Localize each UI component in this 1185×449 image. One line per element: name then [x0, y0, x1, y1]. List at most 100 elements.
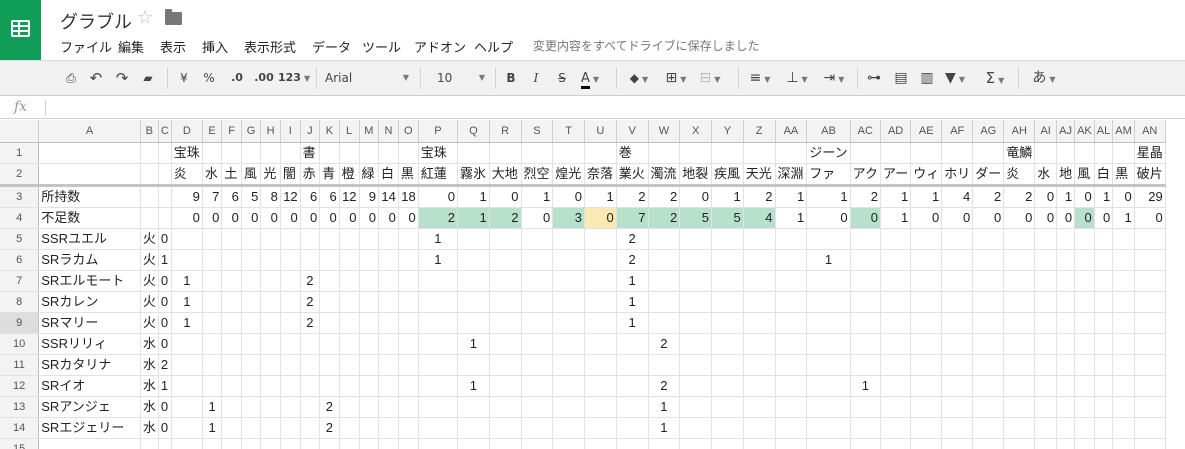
column-header[interactable]: AM	[1112, 120, 1135, 143]
menu-tools[interactable]: ツール	[362, 37, 401, 56]
table-cell[interactable]	[1074, 354, 1095, 376]
currency-format-button[interactable]: ¥	[177, 68, 191, 88]
table-cell[interactable]	[241, 438, 262, 449]
table-cell[interactable]	[972, 270, 1005, 292]
table-cell[interactable]	[1134, 417, 1166, 439]
table-cell[interactable]	[359, 333, 380, 355]
table-cell[interactable]: 2	[972, 185, 1005, 208]
table-cell[interactable]	[241, 396, 262, 418]
table-cell[interactable]: 1	[775, 207, 808, 229]
table-cell[interactable]	[378, 142, 399, 164]
table-cell[interactable]	[775, 375, 808, 397]
table-cell[interactable]: 2	[648, 375, 681, 397]
table-cell[interactable]	[775, 333, 808, 355]
table-cell[interactable]	[972, 354, 1005, 376]
star-icon[interactable]: ☆	[137, 7, 153, 28]
table-cell[interactable]: 土	[221, 163, 242, 187]
table-cell[interactable]: 1	[457, 375, 490, 397]
table-cell[interactable]	[850, 333, 882, 355]
table-cell[interactable]	[38, 142, 141, 164]
table-cell[interactable]	[398, 270, 419, 292]
table-cell[interactable]	[1074, 333, 1095, 355]
table-cell[interactable]	[221, 396, 242, 418]
table-cell[interactable]: 18	[398, 185, 419, 208]
table-cell[interactable]	[1003, 396, 1036, 418]
table-cell[interactable]	[775, 354, 808, 376]
table-cell[interactable]	[260, 417, 281, 439]
table-cell[interactable]	[1112, 354, 1135, 376]
table-cell[interactable]	[743, 333, 776, 355]
column-header[interactable]: AK	[1074, 120, 1095, 143]
column-header[interactable]: AL	[1094, 120, 1114, 143]
table-cell[interactable]: 不足数	[38, 207, 141, 229]
table-cell[interactable]	[616, 396, 649, 418]
table-cell[interactable]: 1	[616, 312, 649, 334]
table-cell[interactable]: 0	[1094, 207, 1114, 229]
table-cell[interactable]: 1	[1056, 185, 1076, 208]
table-cell[interactable]	[489, 438, 522, 449]
input-tools-button[interactable]: あ ▼	[1028, 68, 1060, 88]
table-cell[interactable]	[775, 228, 808, 250]
table-cell[interactable]: 12	[280, 185, 301, 208]
table-cell[interactable]	[910, 354, 943, 376]
table-cell[interactable]	[359, 312, 380, 334]
table-cell[interactable]	[806, 228, 851, 250]
table-cell[interactable]: 奈落	[584, 163, 617, 187]
table-cell[interactable]	[679, 417, 713, 439]
table-cell[interactable]: 宝珠	[418, 142, 459, 164]
table-cell[interactable]	[339, 249, 360, 271]
table-cell[interactable]	[521, 142, 554, 164]
table-cell[interactable]	[171, 438, 203, 449]
table-cell[interactable]	[1094, 333, 1114, 355]
table-cell[interactable]	[398, 291, 419, 313]
table-cell[interactable]	[280, 417, 301, 439]
table-cell[interactable]: 赤	[300, 163, 321, 187]
row-header[interactable]: 2	[0, 163, 40, 187]
table-cell[interactable]	[221, 375, 242, 397]
table-cell[interactable]: 0	[910, 207, 943, 229]
table-cell[interactable]: 破片	[1134, 163, 1166, 187]
table-cell[interactable]: 0	[521, 207, 554, 229]
table-cell[interactable]	[711, 375, 744, 397]
table-cell[interactable]: 所持数	[38, 185, 141, 208]
table-cell[interactable]: SRアンジェ	[38, 396, 141, 418]
column-header[interactable]: O	[398, 120, 419, 143]
table-cell[interactable]	[1074, 249, 1095, 271]
column-header[interactable]: AE	[910, 120, 943, 143]
table-cell[interactable]	[521, 354, 554, 376]
table-cell[interactable]	[202, 291, 223, 313]
table-cell[interactable]: 14	[378, 185, 399, 208]
table-cell[interactable]: 紅蓮	[418, 163, 459, 187]
table-cell[interactable]	[171, 228, 203, 250]
table-cell[interactable]	[880, 375, 912, 397]
undo-icon[interactable]: ↶	[87, 68, 105, 88]
table-cell[interactable]: 0	[941, 207, 974, 229]
column-header[interactable]: AJ	[1056, 120, 1076, 143]
table-cell[interactable]: 1	[457, 207, 490, 229]
table-cell[interactable]: 2	[743, 185, 776, 208]
table-cell[interactable]	[1134, 312, 1166, 334]
table-cell[interactable]: 1	[418, 228, 459, 250]
table-cell[interactable]	[910, 312, 943, 334]
table-cell[interactable]	[140, 207, 159, 229]
table-cell[interactable]	[378, 228, 399, 250]
table-cell[interactable]	[280, 228, 301, 250]
table-cell[interactable]	[1112, 375, 1135, 397]
table-cell[interactable]	[378, 291, 399, 313]
column-header[interactable]: AN	[1134, 120, 1166, 143]
table-cell[interactable]	[280, 291, 301, 313]
table-cell[interactable]	[743, 312, 776, 334]
table-cell[interactable]	[221, 142, 242, 164]
table-cell[interactable]	[880, 438, 912, 449]
table-cell[interactable]	[972, 312, 1005, 334]
table-cell[interactable]	[1112, 291, 1135, 313]
column-header[interactable]: E	[202, 120, 223, 143]
table-cell[interactable]	[398, 438, 419, 449]
table-cell[interactable]	[418, 270, 459, 292]
column-header[interactable]: AA	[775, 120, 808, 143]
table-cell[interactable]	[679, 375, 713, 397]
menu-format[interactable]: 表示形式	[244, 37, 296, 56]
table-cell[interactable]	[1134, 354, 1166, 376]
table-cell[interactable]	[1034, 291, 1058, 313]
column-header[interactable]: Y	[711, 120, 744, 143]
